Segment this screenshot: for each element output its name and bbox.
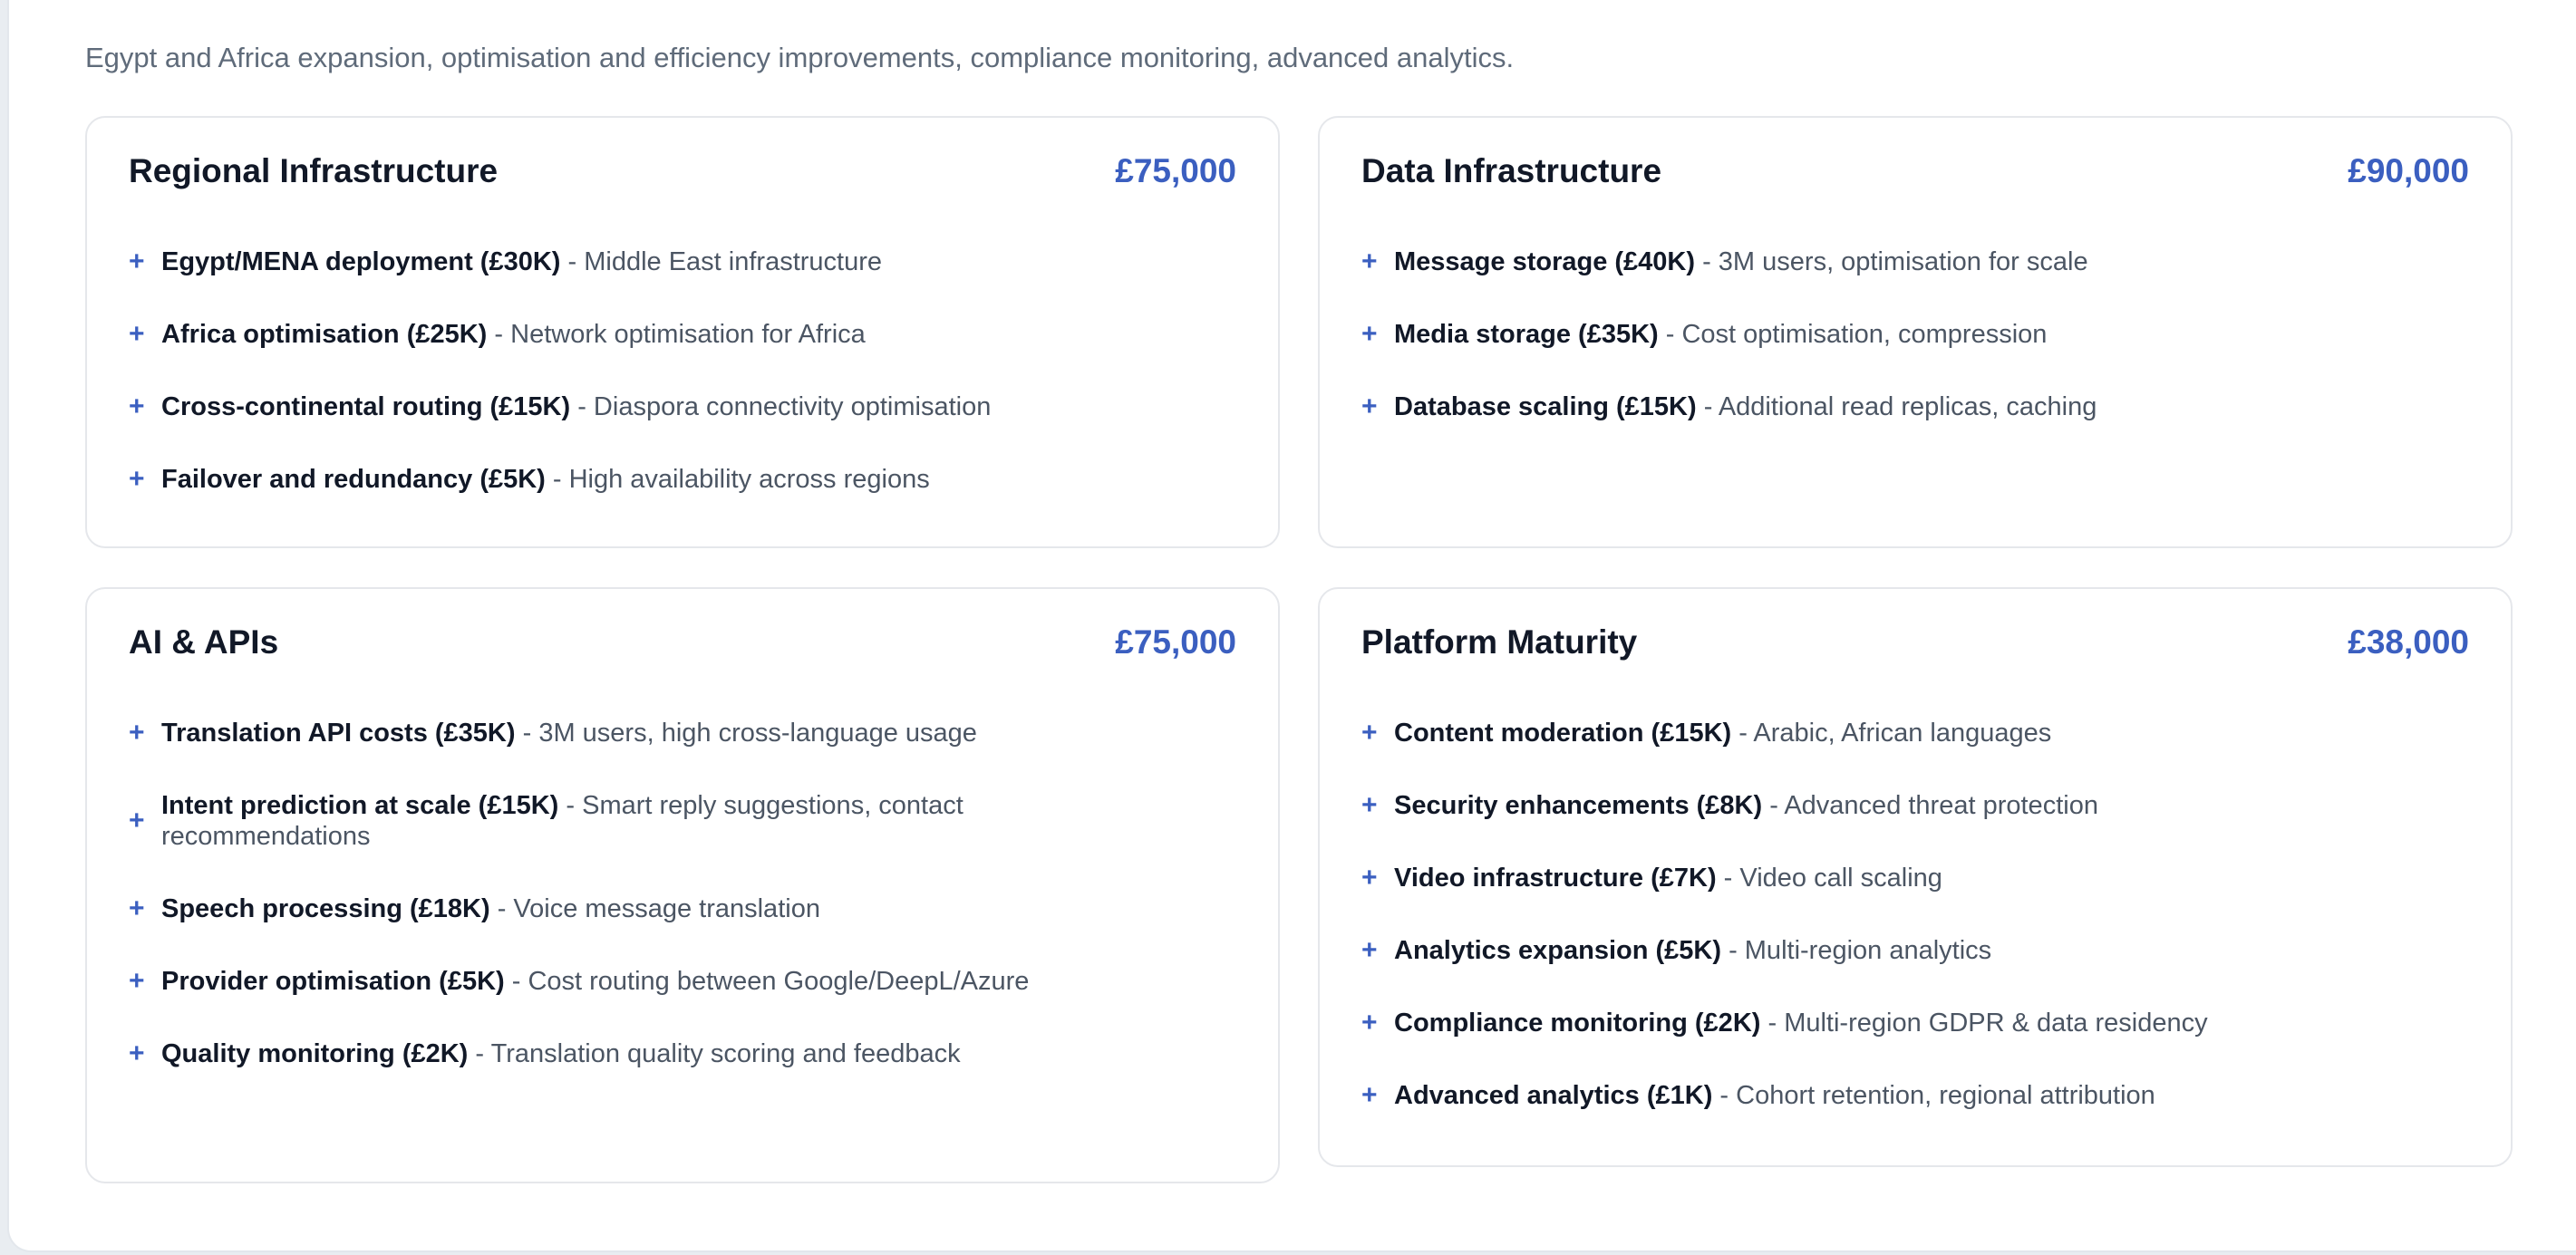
plus-icon: + bbox=[1361, 1080, 1378, 1110]
line-item: + Translation API costs (£35K) - 3M users… bbox=[129, 718, 1073, 748]
plus-icon: + bbox=[1361, 319, 1378, 349]
line-item-description: - Network optimisation for Africa bbox=[494, 320, 866, 349]
line-item: + Video infrastructure (£7K) - Video call… bbox=[1361, 863, 2469, 893]
plus-icon: + bbox=[1361, 1008, 1378, 1038]
line-item-description: - Translation quality scoring and feedba… bbox=[475, 1039, 961, 1068]
card-header: Data Infrastructure £90,000 bbox=[1361, 152, 2469, 190]
line-item-name: Failover and redundancy (£5K) bbox=[161, 465, 546, 494]
line-item-name: Intent prediction at scale (£15K) bbox=[161, 791, 559, 820]
line-item-name: Database scaling (£15K) bbox=[1394, 392, 1697, 421]
line-item: + Compliance monitoring (£2K) - Multi-reg… bbox=[1361, 1008, 2469, 1038]
card-title: Platform Maturity bbox=[1361, 623, 1638, 661]
line-item-name: Content moderation (£15K) bbox=[1394, 719, 1732, 748]
line-item-list: + Translation API costs (£35K) - 3M users… bbox=[129, 718, 1236, 1069]
plus-icon: + bbox=[1361, 246, 1378, 276]
line-item-name: Cross-continental routing (£15K) bbox=[161, 392, 571, 421]
plus-icon: + bbox=[129, 391, 145, 421]
line-item-list: + Content moderation (£15K) - Arabic, Afr… bbox=[1361, 718, 2469, 1111]
line-item: + Africa optimisation (£25K) - Network op… bbox=[129, 319, 1236, 350]
line-item-name: Video infrastructure (£7K) bbox=[1394, 864, 1717, 893]
plus-icon: + bbox=[1361, 935, 1378, 965]
plus-icon: + bbox=[1361, 863, 1378, 893]
line-item: + Analytics expansion (£5K) - Multi-regio… bbox=[1361, 935, 2469, 966]
line-item: + Cross-continental routing (£15K) - Dias… bbox=[129, 391, 1236, 422]
line-item: + Provider optimisation (£5K) - Cost rout… bbox=[129, 966, 1073, 997]
line-item: + Content moderation (£15K) - Arabic, Afr… bbox=[1361, 718, 2469, 748]
card-amount: £75,000 bbox=[1115, 152, 1236, 189]
line-item-name: Security enhancements (£8K) bbox=[1394, 791, 1763, 820]
line-item-name: Quality monitoring (£2K) bbox=[161, 1039, 469, 1068]
line-item-description: - Additional read replicas, caching bbox=[1703, 392, 2097, 421]
plus-icon: + bbox=[129, 464, 145, 494]
plus-icon: + bbox=[129, 319, 145, 349]
plus-icon: + bbox=[129, 966, 145, 996]
card-amount: £38,000 bbox=[2348, 623, 2469, 661]
card-header: AI & APIs £75,000 bbox=[129, 623, 1236, 661]
plus-icon: + bbox=[129, 893, 145, 923]
plus-icon: + bbox=[129, 1038, 145, 1068]
line-item: + Quality monitoring (£2K) - Translation … bbox=[129, 1038, 1073, 1069]
section-subtitle: Egypt and Africa expansion, optimisation… bbox=[85, 42, 1515, 73]
line-item-name: Analytics expansion (£5K) bbox=[1394, 936, 1721, 965]
card-title: Data Infrastructure bbox=[1361, 152, 1662, 189]
line-item: + Message storage (£40K) - 3M users, opti… bbox=[1361, 246, 2469, 277]
line-item-description: - Middle East infrastructure bbox=[567, 247, 883, 276]
line-item-name: Compliance monitoring (£2K) bbox=[1394, 1009, 1761, 1038]
line-item-description: - Cost routing between Google/DeepL/Azur… bbox=[511, 967, 1030, 996]
plus-icon: + bbox=[1361, 790, 1378, 820]
line-item: + Media storage (£35K) - Cost optimisatio… bbox=[1361, 319, 2469, 350]
card-title: AI & APIs bbox=[129, 623, 279, 661]
line-item-name: Egypt/MENA deployment (£30K) bbox=[161, 247, 561, 276]
card-title: Regional Infrastructure bbox=[129, 152, 499, 189]
line-item: + Database scaling (£15K) - Additional re… bbox=[1361, 391, 2469, 422]
line-item-description: - 3M users, optimisation for scale bbox=[1702, 247, 2088, 276]
line-item-description: - Diaspora connectivity optimisation bbox=[577, 392, 992, 421]
plus-icon: + bbox=[1361, 391, 1378, 421]
line-item-description: - Cohort retention, regional attribution bbox=[1719, 1081, 2155, 1110]
line-item-description: - Multi-region GDPR & data residency bbox=[1767, 1009, 2208, 1038]
line-item-list: + Egypt/MENA deployment (£30K) - Middle E… bbox=[129, 246, 1236, 495]
plus-icon: + bbox=[129, 718, 145, 748]
line-item-name: Message storage (£40K) bbox=[1394, 247, 1696, 276]
plus-icon: + bbox=[129, 246, 145, 276]
budget-card-data-infrastructure: Data Infrastructure £90,000 + Message sto… bbox=[1318, 116, 2513, 548]
line-item: + Intent prediction at scale (£15K) - Sma… bbox=[129, 790, 1073, 852]
plus-icon: + bbox=[129, 806, 145, 835]
line-item-name: Translation API costs (£35K) bbox=[161, 719, 516, 748]
line-item-list: + Message storage (£40K) - 3M users, opti… bbox=[1361, 246, 2469, 422]
card-amount: £75,000 bbox=[1115, 623, 1236, 661]
line-item-description: - High availability across regions bbox=[552, 465, 930, 494]
line-item-description: - Advanced threat protection bbox=[1769, 791, 2098, 820]
line-item-name: Advanced analytics (£1K) bbox=[1394, 1081, 1713, 1110]
budget-card-regional-infrastructure: Regional Infrastructure £75,000 + Egypt/M… bbox=[85, 116, 1280, 548]
line-item-description: - Arabic, African languages bbox=[1738, 719, 2052, 748]
line-item-name: Provider optimisation (£5K) bbox=[161, 967, 505, 996]
line-item-description: - Video call scaling bbox=[1723, 864, 1942, 893]
budget-card-platform-maturity: Platform Maturity £38,000 + Content moder… bbox=[1318, 587, 2513, 1167]
card-amount: £90,000 bbox=[2348, 152, 2469, 189]
line-item: + Speech processing (£18K) - Voice messag… bbox=[129, 893, 1073, 924]
card-header: Regional Infrastructure £75,000 bbox=[129, 152, 1236, 190]
line-item-description: - Cost optimisation, compression bbox=[1665, 320, 2048, 349]
plus-icon: + bbox=[1361, 718, 1378, 748]
line-item: + Advanced analytics (£1K) - Cohort reten… bbox=[1361, 1080, 2469, 1111]
line-item-name: Media storage (£35K) bbox=[1394, 320, 1659, 349]
line-item-description: - Voice message translation bbox=[497, 894, 820, 923]
line-item-name: Africa optimisation (£25K) bbox=[161, 320, 488, 349]
line-item-description: - Multi-region analytics bbox=[1729, 936, 1992, 965]
line-item-description: - 3M users, high cross-language usage bbox=[522, 719, 977, 748]
line-item: + Security enhancements (£8K) - Advanced … bbox=[1361, 790, 2469, 821]
budget-card-ai-apis: AI & APIs £75,000 + Translation API costs… bbox=[85, 587, 1280, 1183]
line-item: + Failover and redundancy (£5K) - High av… bbox=[129, 464, 1236, 495]
line-item: + Egypt/MENA deployment (£30K) - Middle E… bbox=[129, 246, 1236, 277]
line-item-name: Speech processing (£18K) bbox=[161, 894, 490, 923]
card-header: Platform Maturity £38,000 bbox=[1361, 623, 2469, 661]
